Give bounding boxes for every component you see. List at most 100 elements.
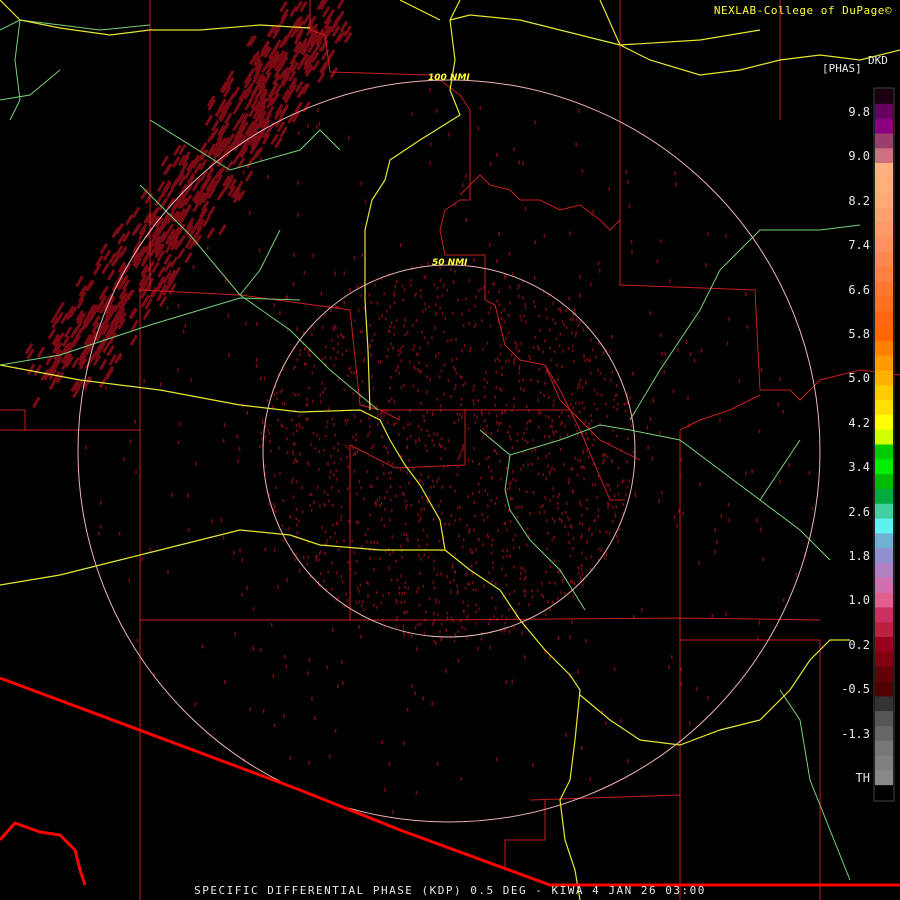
echo-speckle bbox=[461, 416, 463, 420]
echo-speckle bbox=[526, 404, 528, 408]
echo-speckle bbox=[522, 161, 524, 166]
echo-speckle bbox=[474, 304, 476, 308]
echo-speckle bbox=[476, 416, 478, 420]
color-scale-segment bbox=[875, 414, 893, 431]
echo-speckle bbox=[276, 397, 278, 401]
echo-speckle bbox=[260, 431, 262, 435]
echo-speckle bbox=[605, 721, 607, 725]
echo-speckle bbox=[331, 339, 333, 343]
echo-speckle bbox=[380, 415, 382, 419]
echo-speckle bbox=[358, 625, 361, 629]
echo-speckle bbox=[487, 504, 489, 508]
echo-speckle bbox=[354, 414, 356, 418]
echo-speckle bbox=[762, 557, 764, 562]
echo-speckle bbox=[389, 325, 391, 328]
echo-speckle bbox=[420, 370, 422, 374]
echo-speckle bbox=[292, 495, 295, 499]
echo-speckle bbox=[323, 502, 326, 506]
echo-speckle bbox=[548, 396, 550, 399]
echo-speckle bbox=[488, 243, 491, 248]
echo-speckle bbox=[360, 419, 362, 423]
echo-speckle bbox=[563, 323, 565, 327]
echo-speckle bbox=[409, 422, 412, 426]
echo-speckle bbox=[582, 449, 584, 453]
echo-speckle bbox=[510, 437, 512, 441]
echo-speckle bbox=[581, 169, 584, 174]
echo-speckle bbox=[295, 517, 297, 520]
echo-speckle bbox=[543, 233, 546, 238]
echo-speckle bbox=[532, 345, 535, 349]
echo-speckle bbox=[427, 262, 430, 266]
echo-speckle bbox=[508, 251, 511, 256]
color-scale-segment bbox=[875, 133, 893, 149]
echo-speckle bbox=[382, 593, 384, 597]
echo-speckle bbox=[402, 298, 405, 302]
echo-speckle bbox=[460, 403, 462, 407]
echo-speckle bbox=[313, 326, 315, 330]
echo-speckle bbox=[404, 581, 406, 585]
echo-speckle bbox=[491, 538, 494, 542]
echo-speckle bbox=[492, 566, 494, 570]
echo-speckle bbox=[503, 308, 505, 312]
echo-speckle bbox=[509, 496, 512, 500]
echo-speckle bbox=[291, 418, 293, 422]
echo-speckle bbox=[511, 497, 513, 500]
echo-speckle bbox=[309, 504, 311, 507]
echo-speckle bbox=[544, 382, 546, 385]
echo-speckle bbox=[182, 329, 185, 334]
echo-speckle bbox=[663, 369, 665, 374]
echo-speckle bbox=[360, 294, 363, 297]
echo-speckle bbox=[367, 594, 369, 598]
echo-speckle bbox=[246, 586, 248, 591]
echo-speckle bbox=[587, 437, 589, 440]
echo-speckle bbox=[271, 405, 274, 408]
color-scale-segment bbox=[875, 266, 893, 283]
echo-speckle bbox=[292, 443, 295, 447]
echo-speckle bbox=[293, 461, 295, 465]
echo-speckle bbox=[454, 570, 456, 573]
echo-speckle bbox=[536, 589, 539, 593]
echo-speckle bbox=[532, 491, 535, 494]
echo-speckle bbox=[445, 668, 447, 673]
echo-speckle bbox=[548, 415, 550, 419]
echo-speckle bbox=[480, 476, 482, 480]
color-scale-segment bbox=[875, 622, 893, 638]
echo-speckle bbox=[493, 282, 495, 286]
echo-speckle bbox=[436, 397, 438, 401]
echo-speckle bbox=[143, 379, 145, 384]
echo-speckle bbox=[478, 289, 480, 293]
echo-speckle bbox=[463, 344, 466, 348]
echo-speckle bbox=[496, 299, 498, 303]
echo-speckle bbox=[358, 589, 360, 593]
echo-speckle bbox=[326, 665, 328, 670]
echo-speckle bbox=[443, 363, 446, 367]
echo-speckle bbox=[381, 435, 384, 439]
echo-speckle bbox=[343, 387, 345, 391]
color-scale-segment bbox=[875, 459, 893, 475]
color-scale-segment bbox=[875, 444, 893, 460]
echo-speckle bbox=[450, 616, 453, 620]
echo-speckle bbox=[705, 262, 707, 267]
echo-speckle bbox=[617, 492, 620, 496]
echo-speckle bbox=[455, 371, 458, 375]
echo-speckle bbox=[262, 708, 265, 713]
echo-speckle bbox=[559, 307, 561, 311]
echo-speckle bbox=[299, 452, 301, 456]
echo-speckle bbox=[347, 374, 349, 377]
echo-speckle bbox=[477, 482, 480, 486]
echo-speckle bbox=[242, 170, 245, 175]
echo-speckle bbox=[444, 317, 446, 320]
echo-speckle bbox=[368, 431, 371, 435]
echo-speckle bbox=[533, 275, 536, 280]
echo-speckle bbox=[260, 156, 262, 161]
echo-speckle bbox=[385, 317, 387, 321]
echo-speckle bbox=[581, 523, 584, 526]
echo-speckle bbox=[264, 464, 267, 468]
echo-speckle bbox=[689, 352, 692, 357]
echo-speckle bbox=[307, 417, 309, 421]
echo-speckle bbox=[376, 477, 378, 480]
echo-speckle bbox=[178, 303, 180, 308]
echo-speckle bbox=[440, 369, 443, 373]
echo-speckle bbox=[560, 591, 562, 595]
echo-speckle bbox=[423, 507, 425, 511]
